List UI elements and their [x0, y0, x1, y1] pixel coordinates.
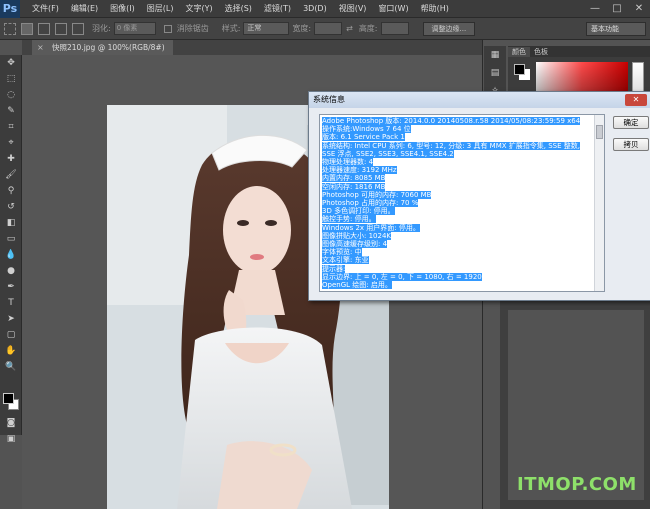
menu-bar: Ps 文件(F) 编辑(E) 图像(I) 图层(L) 文字(Y) 选择(S) 滤…	[0, 0, 650, 18]
info-line: Windows 2x 用户界面: 停用。	[322, 223, 420, 232]
menu-image[interactable]: 图像(I)	[104, 3, 141, 14]
panel-foreground-swatch[interactable]	[514, 64, 525, 75]
shape-tool-icon[interactable]: ▢	[0, 327, 22, 343]
info-line: 版本: 6.1 Service Pack 1	[322, 133, 405, 142]
pen-tool-icon[interactable]: ✒	[0, 279, 22, 295]
feather-label: 羽化:	[92, 24, 111, 33]
info-line: SSE 浮点, SSE2, SSE3, SSE4.1, SSE4.2	[322, 149, 454, 158]
menu-type[interactable]: 文字(Y)	[179, 3, 218, 14]
dialog-close-button[interactable]: ✕	[625, 94, 647, 106]
workspace-select[interactable]: 基本功能	[586, 22, 646, 36]
style-label: 样式:	[221, 24, 241, 33]
site-watermark: ITMOP.COM	[517, 474, 637, 495]
info-line: 空闲内存: 1816 MB	[322, 182, 386, 191]
info-line: Adobe Photoshop 版本: 2014.0.0 20140508.r.…	[322, 117, 581, 125]
info-line: 显示边界: 上 = 0, 左 = 0, 下 = 1080, 右 = 1920	[322, 272, 482, 281]
type-tool-icon[interactable]: T	[0, 295, 22, 311]
healing-brush-tool-icon[interactable]: ✚	[0, 151, 22, 167]
screen-mode-icon[interactable]: ▣	[0, 431, 22, 447]
copy-button[interactable]: 拷贝	[613, 138, 649, 151]
menu-filter[interactable]: 滤镜(T)	[258, 3, 297, 14]
info-line: Photoshop 占用的内存: 70 %	[322, 199, 419, 208]
style-select[interactable]: 正常	[243, 22, 290, 35]
menu-file[interactable]: 文件(F)	[26, 3, 65, 14]
blur-tool-icon[interactable]: 💧	[0, 247, 22, 263]
ok-button[interactable]: 确定	[613, 116, 649, 129]
history-panel-icon[interactable]: ▦	[484, 46, 506, 64]
info-line: 物理处理器数: 4	[322, 158, 374, 167]
gradient-tool-icon[interactable]: ▭	[0, 231, 22, 247]
close-window-button[interactable]: ✕	[628, 0, 650, 18]
system-info-lines: Adobe Photoshop 版本: 2014.0.0 20140508.r.…	[322, 117, 594, 290]
menu-window[interactable]: 窗口(W)	[372, 3, 414, 14]
tools-panel: ✥ ⬚ ◌ ✎ ⌗ ⌖ ✚ 🖌 ⚲ ↺ ◧ ▭ 💧 ● ✒ T ➤ ▢ ✋ 🔍 …	[0, 55, 22, 444]
document-tab-title: 快照210.jpg @ 100%(RGB/8#)	[52, 43, 165, 52]
feather-input[interactable]: 0 像素	[113, 22, 156, 35]
document-tab[interactable]: × 快照210.jpg @ 100%(RGB/8#)	[32, 40, 173, 55]
marquee-tool-icon[interactable]	[4, 22, 16, 35]
color-panel-tabs: 颜色 色板	[508, 46, 650, 57]
dialog-title: 系统信息	[313, 95, 345, 104]
properties-panel-icon[interactable]: ▤	[484, 64, 506, 82]
lasso-tool-icon[interactable]: ◌	[0, 87, 22, 103]
subtract-selection-icon[interactable]	[55, 22, 67, 35]
new-selection-icon[interactable]	[21, 22, 33, 35]
path-select-tool-icon[interactable]: ➤	[0, 311, 22, 327]
refine-edge-button[interactable]: 调整边缘...	[422, 21, 476, 36]
menu-layer[interactable]: 图层(L)	[141, 3, 180, 14]
add-selection-icon[interactable]	[38, 22, 50, 35]
menu-edit[interactable]: 编辑(E)	[65, 3, 104, 14]
height-input[interactable]	[380, 22, 409, 35]
system-info-dialog: 系统信息 ✕ Adobe Photoshop 版本: 2014.0.0 2014…	[308, 91, 650, 301]
options-bar: 羽化: 0 像素 消除锯齿 样式: 正常 宽度: ⇄ 高度: 调整边缘... 基…	[0, 18, 650, 40]
info-line: 触控手势: 停用。	[322, 215, 376, 224]
info-line: Photoshop 可用的内存: 7060 MB	[322, 190, 432, 199]
info-line: OpenGL 绘图: 启用。	[322, 281, 392, 290]
move-tool-icon[interactable]: ✥	[0, 55, 22, 71]
antialias-checkbox[interactable]	[163, 24, 172, 33]
dialog-titlebar[interactable]: 系统信息 ✕	[309, 92, 650, 108]
dodge-tool-icon[interactable]: ●	[0, 263, 22, 279]
swap-icon[interactable]: ⇄	[346, 24, 353, 33]
info-line: 文本引擎: 东亚	[322, 256, 369, 265]
minimize-button[interactable]: —	[584, 0, 606, 18]
info-line: 系统结构: Intel CPU 系列: 6, 型号: 12, 分级: 3 具有 …	[322, 141, 580, 150]
menu-3d[interactable]: 3D(D)	[297, 4, 333, 13]
menu-view[interactable]: 视图(V)	[333, 3, 373, 14]
photoshop-logo: Ps	[0, 0, 20, 18]
width-label: 宽度:	[292, 24, 312, 33]
info-scrollbar[interactable]	[594, 115, 604, 291]
info-line: 提示器:	[322, 264, 346, 273]
clone-stamp-tool-icon[interactable]: ⚲	[0, 183, 22, 199]
zoom-tool-icon[interactable]: 🔍	[0, 359, 22, 375]
menu-select[interactable]: 选择(S)	[219, 3, 258, 14]
eraser-tool-icon[interactable]: ◧	[0, 215, 22, 231]
antialias-label: 消除锯齿	[176, 24, 209, 33]
info-line: 内置内存: 8085 MB	[322, 174, 386, 183]
history-brush-tool-icon[interactable]: ↺	[0, 199, 22, 215]
document-tab-bar: × 快照210.jpg @ 100%(RGB/8#)	[22, 40, 482, 55]
system-info-textarea[interactable]: Adobe Photoshop 版本: 2014.0.0 20140508.r.…	[319, 114, 605, 292]
tab-color[interactable]: 颜色	[508, 46, 530, 57]
scrollbar-thumb[interactable]	[596, 125, 603, 139]
lower-panel-content	[508, 310, 644, 500]
brush-tool-icon[interactable]: 🖌	[0, 167, 22, 183]
height-label: 高度:	[358, 24, 378, 33]
menu-help[interactable]: 帮助(H)	[415, 3, 455, 14]
hand-tool-icon[interactable]: ✋	[0, 343, 22, 359]
maximize-button[interactable]: □	[606, 0, 628, 18]
info-line: 图像高速缓存级别: 4	[322, 240, 388, 249]
quick-select-tool-icon[interactable]: ✎	[0, 103, 22, 119]
close-tab-icon[interactable]: ×	[37, 40, 44, 55]
crop-tool-icon[interactable]: ⌗	[0, 119, 22, 135]
info-line: 图像拼贴大小: 1024K	[322, 231, 391, 240]
tab-swatches[interactable]: 色板	[530, 47, 552, 57]
window-controls: — □ ✕	[584, 0, 650, 18]
width-input[interactable]	[314, 22, 343, 35]
foreground-color-swatch[interactable]	[3, 393, 14, 404]
intersect-selection-icon[interactable]	[72, 22, 84, 35]
rect-marquee-tool-icon[interactable]: ⬚	[0, 71, 22, 87]
eyedropper-tool-icon[interactable]: ⌖	[0, 135, 22, 151]
quick-mask-icon[interactable]: ◙	[0, 415, 22, 431]
